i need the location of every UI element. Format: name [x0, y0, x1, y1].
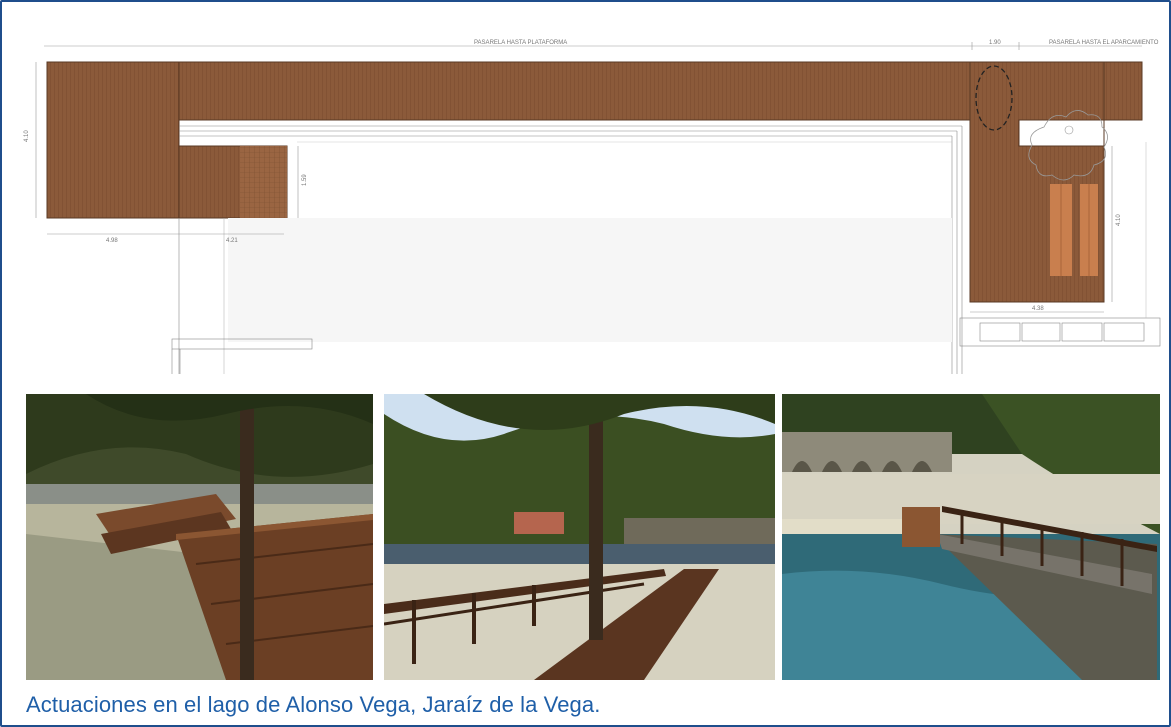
dim-right-height: 4.10 [1116, 214, 1122, 226]
dim-bottom-left: 4.98 [106, 238, 118, 244]
dim-top-right: 1.90 [989, 40, 1001, 46]
label-pasarela-aparcamiento: PASARELA HASTA EL APARCAMIENTO [1049, 40, 1159, 46]
photo-boardwalk [384, 394, 775, 680]
dim-bottom-mid: 4.21 [226, 238, 238, 244]
photo-benches [26, 394, 373, 680]
dim-right-bottom: 4.38 [1032, 306, 1044, 312]
architectural-plan: PASARELA HASTA PLATAFORMA 1.90 PASARELA … [14, 12, 1164, 374]
figure-caption: Actuaciones en el lago de Alonso Vega, J… [26, 692, 601, 717]
label-pasarela-plataforma: PASARELA HASTA PLATAFORMA [474, 40, 567, 46]
dim-left-height: 4.10 [24, 130, 30, 142]
photo-lake-bridge [782, 394, 1160, 680]
document-frame: PASARELA HASTA PLATAFORMA 1.90 PASARELA … [0, 0, 1171, 727]
dim-mid-height: 1.59 [302, 174, 308, 186]
plan-drawing: PASARELA HASTA PLATAFORMA 1.90 PASARELA … [24, 40, 1161, 374]
